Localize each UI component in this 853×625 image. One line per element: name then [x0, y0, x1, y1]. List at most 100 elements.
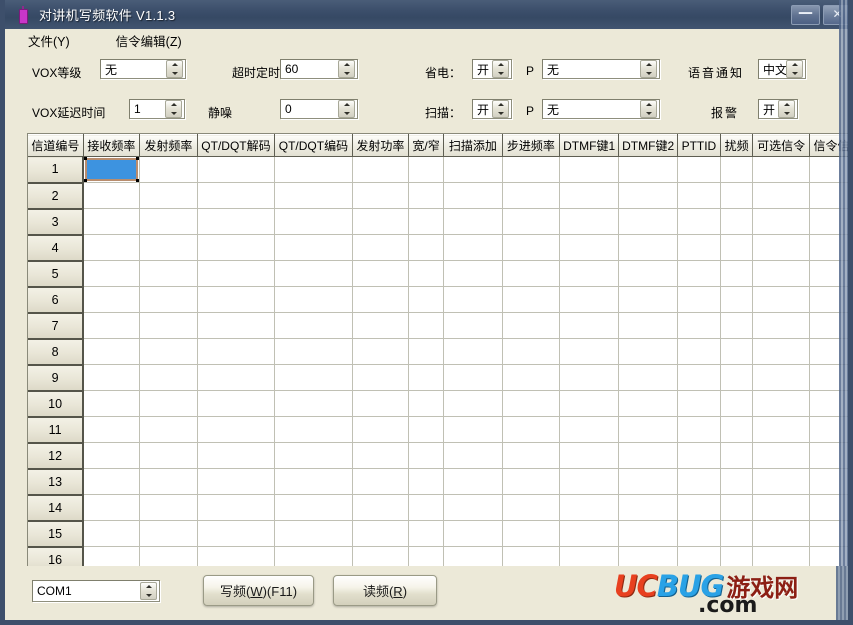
vox-level-spinner-icon[interactable]	[166, 60, 183, 78]
column-header-9[interactable]: DTMF键1	[559, 134, 620, 157]
grid-cell[interactable]	[720, 260, 754, 287]
grid-cell[interactable]	[752, 546, 810, 567]
grid-cell[interactable]	[139, 156, 198, 183]
voice-prompt-combo[interactable]: 中文	[758, 59, 806, 79]
grid-cell[interactable]	[83, 494, 141, 521]
grid-cell[interactable]	[618, 364, 679, 391]
minimize-button[interactable]: —	[791, 4, 820, 25]
grid-cell[interactable]	[720, 494, 754, 521]
grid-cell[interactable]	[559, 416, 620, 443]
grid-cell[interactable]	[720, 286, 754, 313]
grid-cell[interactable]	[559, 546, 620, 567]
grid-cell[interactable]	[443, 416, 503, 443]
table-row[interactable]: 3	[28, 208, 848, 236]
grid-cell[interactable]	[352, 338, 410, 365]
grid-cell[interactable]	[618, 390, 679, 417]
grid-cell[interactable]	[720, 338, 754, 365]
grid-cell[interactable]	[197, 234, 276, 261]
grid-cell[interactable]	[752, 260, 810, 287]
menu-item-file[interactable]: 文件(Y)	[16, 28, 82, 53]
com-port-combo[interactable]: COM1	[32, 580, 160, 602]
grid-cell[interactable]	[83, 338, 141, 365]
grid-cell[interactable]	[618, 442, 679, 469]
grid-cell[interactable]	[408, 468, 445, 495]
grid-cell[interactable]	[139, 442, 198, 469]
row-number-cell[interactable]: 4	[28, 234, 85, 262]
vox-level-combo[interactable]: 无	[100, 59, 186, 79]
grid-cell[interactable]	[559, 312, 620, 339]
grid-cell[interactable]	[618, 416, 679, 443]
table-row[interactable]: 13	[28, 468, 848, 496]
grid-cell[interactable]	[197, 338, 276, 365]
grid-cell[interactable]	[502, 260, 561, 287]
alarm-combo[interactable]: 开	[758, 99, 798, 119]
column-header-7[interactable]: 扫描添加	[443, 134, 503, 157]
column-header-8[interactable]: 步进频率	[502, 134, 561, 157]
channel-grid[interactable]: 信道编号 接收频率 发射频率 QT/DQT解码 QT/DQT编码 发射功率 宽/窄 扫描添加步…	[27, 133, 848, 567]
grid-cell[interactable]	[720, 156, 754, 183]
grid-cell[interactable]	[408, 390, 445, 417]
grid-cell[interactable]	[443, 390, 503, 417]
grid-cell[interactable]	[677, 338, 721, 365]
grid-cell[interactable]	[677, 546, 721, 567]
grid-cell[interactable]	[618, 520, 679, 547]
grid-cell[interactable]	[443, 234, 503, 261]
grid-cell[interactable]	[443, 546, 503, 567]
grid-cell[interactable]	[274, 468, 353, 495]
grid-cell[interactable]	[274, 208, 353, 235]
column-header-1[interactable]: 接收频率	[83, 134, 141, 157]
grid-cell[interactable]	[274, 390, 353, 417]
grid-cell[interactable]	[83, 468, 141, 495]
squelch-spinner-icon[interactable]	[338, 100, 355, 118]
grid-cell[interactable]	[352, 156, 410, 183]
grid-cell[interactable]	[443, 442, 503, 469]
grid-cell[interactable]	[752, 208, 810, 235]
grid-cell[interactable]	[502, 390, 561, 417]
grid-cell[interactable]	[677, 416, 721, 443]
grid-cell[interactable]	[197, 260, 276, 287]
table-row[interactable]: 2	[28, 182, 848, 210]
row-number-cell[interactable]: 11	[28, 416, 85, 444]
grid-cell[interactable]	[139, 234, 198, 261]
row-number-cell[interactable]: 12	[28, 442, 85, 470]
grid-cell[interactable]	[559, 208, 620, 235]
grid-cell[interactable]	[720, 546, 754, 567]
alarm-spinner-icon[interactable]	[778, 100, 795, 118]
grid-cell[interactable]	[443, 182, 503, 209]
grid-cell[interactable]	[274, 494, 353, 521]
row-number-cell[interactable]: 9	[28, 364, 85, 392]
power-save-spinner-icon[interactable]	[492, 60, 509, 78]
grid-cell[interactable]	[408, 234, 445, 261]
grid-cell[interactable]	[720, 390, 754, 417]
grid-cell[interactable]	[559, 468, 620, 495]
grid-cell[interactable]	[408, 494, 445, 521]
grid-cell[interactable]	[443, 338, 503, 365]
squelch-combo[interactable]: 0	[280, 99, 358, 119]
grid-cell[interactable]	[559, 286, 620, 313]
grid-cell[interactable]	[720, 208, 754, 235]
grid-cell[interactable]	[618, 286, 679, 313]
grid-cell[interactable]	[352, 442, 410, 469]
grid-cell[interactable]	[83, 546, 141, 567]
grid-cell[interactable]	[274, 546, 353, 567]
grid-cell[interactable]	[559, 494, 620, 521]
grid-cell[interactable]	[720, 468, 754, 495]
menu-item-signal-edit[interactable]: 信令编辑(Z)	[104, 28, 194, 53]
grid-cell[interactable]	[502, 364, 561, 391]
grid-cell-selected[interactable]	[83, 156, 141, 183]
grid-cell[interactable]	[618, 546, 679, 567]
table-row[interactable]: 16	[28, 546, 848, 567]
table-row[interactable]: 5	[28, 260, 848, 288]
grid-cell[interactable]	[502, 286, 561, 313]
grid-cell[interactable]	[139, 338, 198, 365]
table-row[interactable]: 12	[28, 442, 848, 470]
grid-cell[interactable]	[502, 338, 561, 365]
grid-cell[interactable]	[618, 260, 679, 287]
table-row[interactable]: 6	[28, 286, 848, 314]
grid-cell[interactable]	[83, 390, 141, 417]
grid-cell[interactable]	[408, 286, 445, 313]
row-number-cell[interactable]: 3	[28, 208, 85, 236]
column-header-3[interactable]: QT/DQT解码	[197, 134, 276, 157]
grid-cell[interactable]	[197, 494, 276, 521]
grid-cell[interactable]	[139, 208, 198, 235]
